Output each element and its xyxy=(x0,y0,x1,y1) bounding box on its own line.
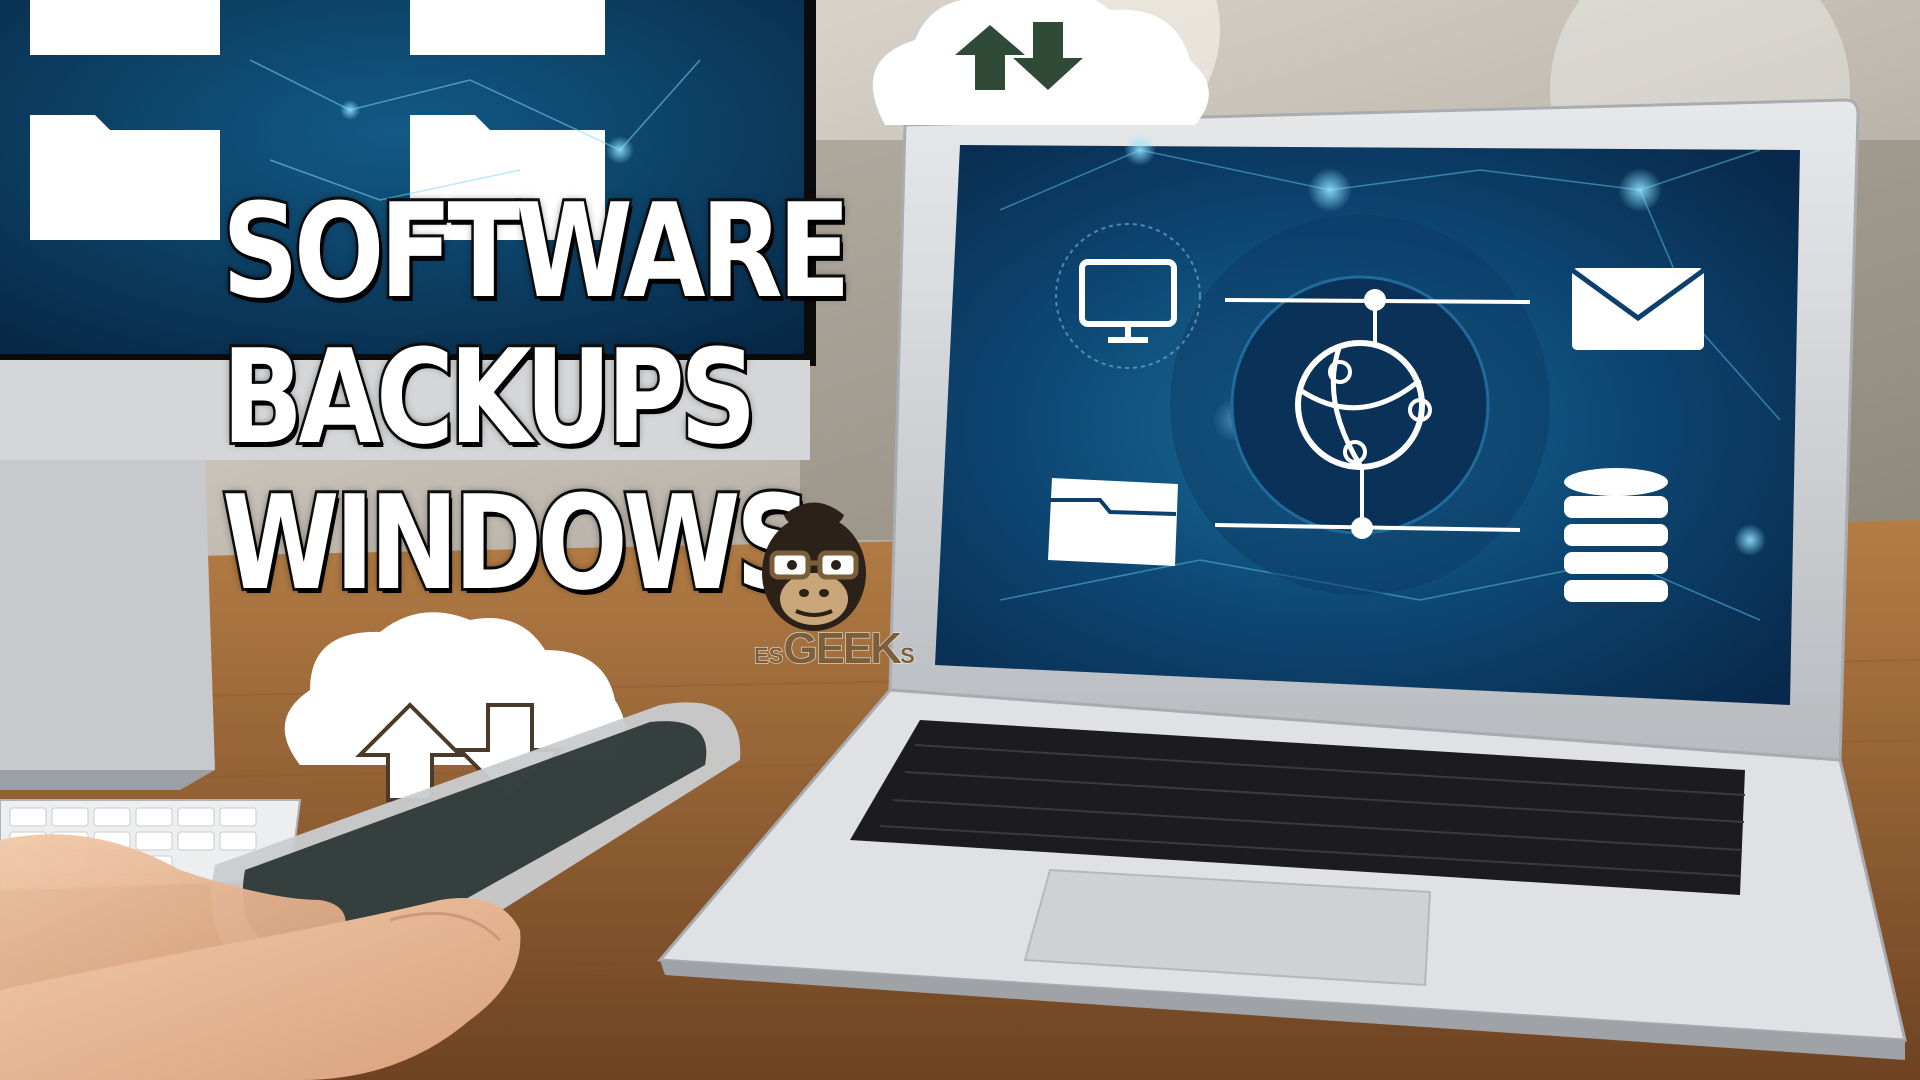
logo-suffix: S xyxy=(900,643,916,669)
logo-word: GEEK xyxy=(783,624,903,674)
folder-icon xyxy=(1048,478,1178,566)
globe-network-icon xyxy=(1170,215,1550,595)
thumbnail-scene: SOFTWARE BACKUPS WINDOWS ESGEEKS xyxy=(0,0,1920,1080)
database-icon xyxy=(1564,468,1668,602)
esgeeks-logo: ESGEEKS xyxy=(753,624,916,674)
headline-line-1: SOFTWARE xyxy=(220,175,854,327)
logo-prefix: ES xyxy=(753,643,784,669)
headline-line-2: BACKUPS xyxy=(220,321,760,473)
headline-line-3: WINDOWS xyxy=(220,467,815,619)
headline-title: SOFTWARE BACKUPS WINDOWS xyxy=(220,175,854,619)
envelope-icon xyxy=(1570,267,1706,350)
